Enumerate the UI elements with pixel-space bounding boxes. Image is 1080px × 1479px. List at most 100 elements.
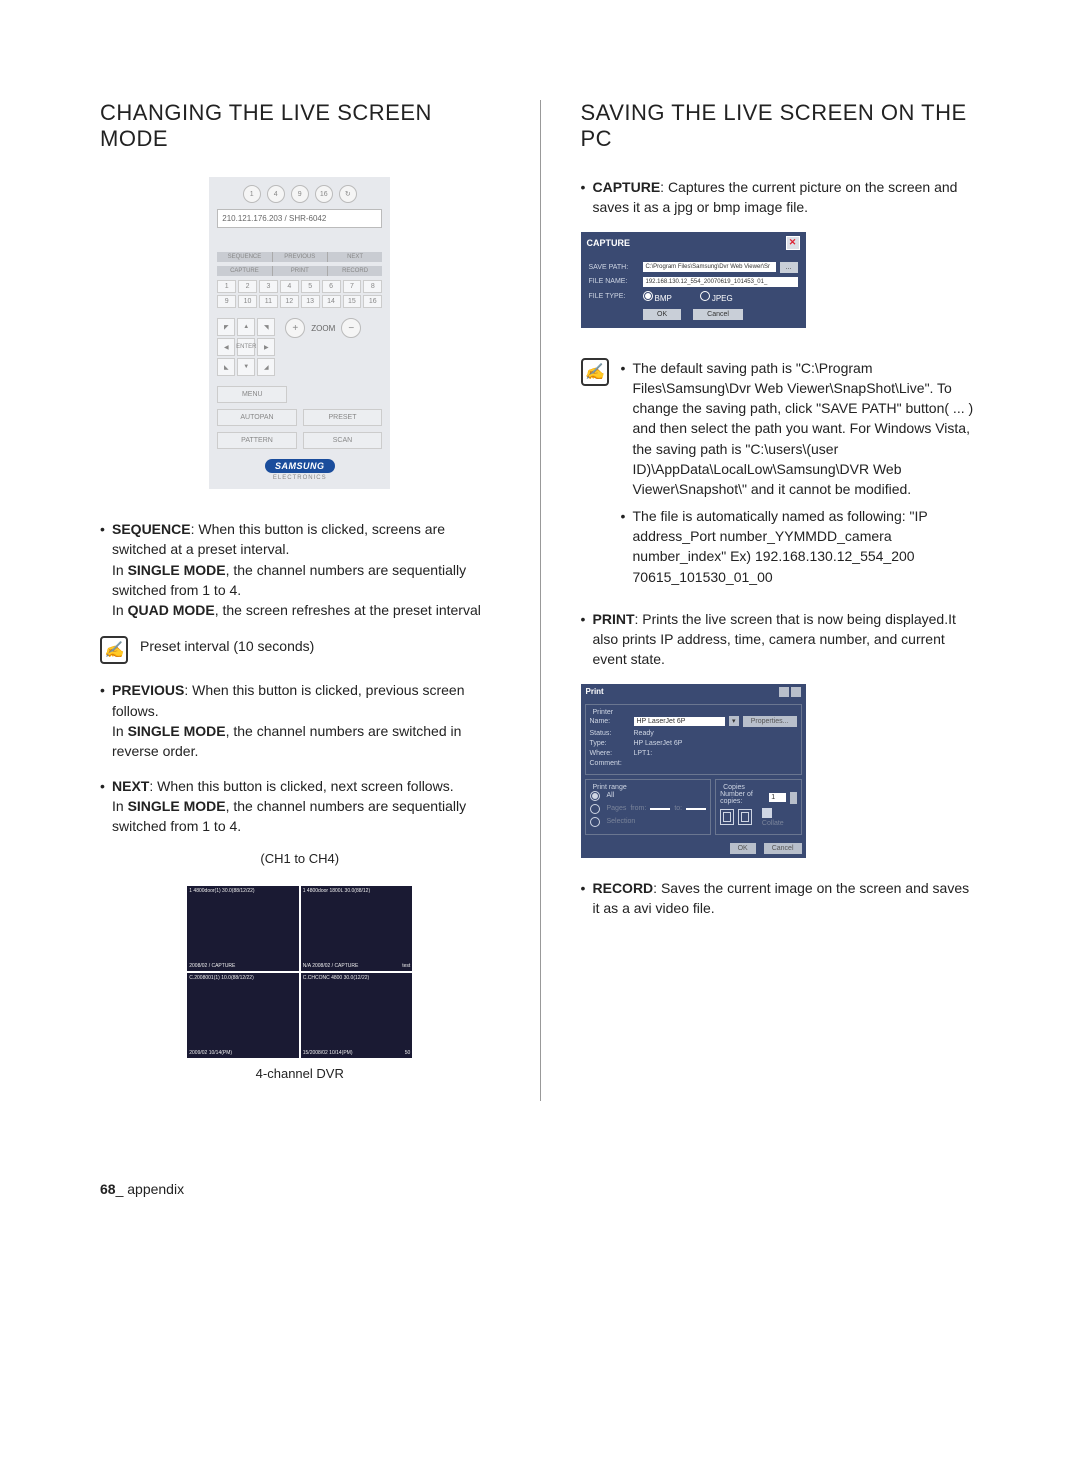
chevron-down-icon[interactable]: ▾ xyxy=(729,716,739,726)
ptz-down-button[interactable]: ▼ xyxy=(237,358,255,376)
close-icon[interactable] xyxy=(791,687,801,697)
channel-button[interactable]: 12 xyxy=(280,295,299,308)
ptz-enter-button[interactable]: ENTER xyxy=(237,338,255,356)
channel-button[interactable]: 5 xyxy=(301,280,320,293)
ok-button[interactable]: OK xyxy=(643,309,681,320)
bullet-capture: CAPTURE: Captures the current picture on… xyxy=(581,177,981,218)
ptz-up-button[interactable]: ▲ xyxy=(237,318,255,336)
channel-button[interactable]: 8 xyxy=(363,280,382,293)
print-dialog-title: Print xyxy=(586,687,604,696)
ptz-tr-button[interactable]: ◥ xyxy=(257,318,275,336)
print-button[interactable]: PRINT xyxy=(273,266,328,276)
quad-cell: 1 4800door(1) 30.0(88/12/22)2008/02 / CA… xyxy=(187,886,299,971)
channel-button[interactable]: 11 xyxy=(259,295,278,308)
bmp-radio[interactable]: BMP xyxy=(643,291,672,303)
capture-dialog: CAPTURE ✕ SAVE PATH: C:\Program Files\Sa… xyxy=(581,232,806,328)
channel-button[interactable]: 3 xyxy=(259,280,278,293)
jpeg-radio[interactable]: JPEG xyxy=(700,291,733,303)
channel-button[interactable]: 13 xyxy=(301,295,320,308)
collate-checkbox[interactable]: Collate xyxy=(762,808,797,827)
ptz-right-button[interactable]: ▶ xyxy=(257,338,275,356)
address-field: 210.121.176.203 / SHR-6042 xyxy=(217,209,382,228)
range-pages-radio[interactable]: Pages from: to: xyxy=(590,804,707,814)
where-value: LPT1: xyxy=(634,750,653,757)
close-icon[interactable]: ✕ xyxy=(786,236,800,250)
cancel-button[interactable]: Cancel xyxy=(693,309,743,320)
collate-icon xyxy=(720,809,734,825)
zoom-label: ZOOM xyxy=(311,324,335,333)
page-number: 68 xyxy=(100,1181,116,1197)
note-default-path: The default saving path is "C:\Program F… xyxy=(621,358,981,500)
channel-button[interactable]: 7 xyxy=(343,280,362,293)
right-heading: SAVING THE LIVE SCREEN ON THE PC xyxy=(581,100,981,152)
ptz-br-button[interactable]: ◢ xyxy=(257,358,275,376)
printer-legend: Printer xyxy=(590,709,617,716)
bullet-previous: PREVIOUS: When this button is clicked, p… xyxy=(100,680,500,761)
zoom-out-button[interactable]: − xyxy=(341,318,361,338)
comment-label: Comment: xyxy=(590,760,630,767)
layout-4-button[interactable]: 4 xyxy=(267,185,285,203)
layout-9-button[interactable]: 9 xyxy=(291,185,309,203)
pattern-button[interactable]: PATTERN xyxy=(217,432,297,449)
range-selection-radio[interactable]: Selection xyxy=(590,817,707,827)
menu-button[interactable]: MENU xyxy=(217,386,287,403)
note-preset-interval: Preset interval (10 seconds) xyxy=(140,636,314,664)
status-label: Status: xyxy=(590,730,630,737)
next-button[interactable]: NEXT xyxy=(328,252,382,262)
capture-button[interactable]: CAPTURE xyxy=(217,266,272,276)
record-button[interactable]: RECORD xyxy=(328,266,382,276)
printer-name-select[interactable]: HP LaserJet 6P xyxy=(634,717,725,726)
where-label: Where: xyxy=(590,750,630,757)
bullet-record: RECORD: Saves the current image on the s… xyxy=(581,878,981,919)
quad-cell: C.2008001(1) 10.0(88/12/22)2009/02 10/14… xyxy=(187,973,299,1058)
layout-16-button[interactable]: 16 xyxy=(315,185,333,203)
layout-1-button[interactable]: 1 xyxy=(243,185,261,203)
zoom-in-button[interactable]: + xyxy=(285,318,305,338)
ptz-tl-button[interactable]: ◤ xyxy=(217,318,235,336)
note-icon: ✍ xyxy=(100,636,128,664)
channel-button[interactable]: 6 xyxy=(322,280,341,293)
control-panel: 1 4 9 16 ↻ 210.121.176.203 / SHR-6042 SE… xyxy=(209,177,390,489)
sequence-button[interactable]: SEQUENCE xyxy=(217,252,272,262)
ptz-left-button[interactable]: ◀ xyxy=(217,338,235,356)
channel-grid: 1 2 3 4 5 6 7 8 9 10 11 12 13 14 15 16 xyxy=(217,280,382,308)
copies-stepper[interactable] xyxy=(790,792,797,804)
channel-button[interactable]: 10 xyxy=(238,295,257,308)
browse-button[interactable]: ... xyxy=(780,262,798,273)
save-path-field[interactable]: C:\Program Files\Samsung\Dvr Web Viewer\… xyxy=(643,262,776,272)
channel-button[interactable]: 9 xyxy=(217,295,236,308)
bullet-sequence: SEQUENCE: When this button is clicked, s… xyxy=(100,519,500,620)
channel-button[interactable]: 14 xyxy=(322,295,341,308)
save-path-label: SAVE PATH: xyxy=(589,264,639,271)
range-all-radio[interactable]: All xyxy=(590,791,707,801)
note-icon: ✍ xyxy=(581,358,609,386)
channel-button[interactable]: 1 xyxy=(217,280,236,293)
type-value: HP LaserJet 6P xyxy=(634,740,683,747)
autopan-button[interactable]: AUTOPAN xyxy=(217,409,297,426)
cycle-icon[interactable]: ↻ xyxy=(339,185,357,203)
scan-button[interactable]: SCAN xyxy=(303,432,383,449)
type-label: Type: xyxy=(590,740,630,747)
channel-button[interactable]: 16 xyxy=(363,295,382,308)
range-legend: Print range xyxy=(590,784,630,791)
copies-field[interactable]: 1 xyxy=(769,793,785,802)
bullet-next: NEXT: When this button is clicked, next … xyxy=(100,776,500,837)
column-divider xyxy=(540,100,541,1101)
channel-button[interactable]: 15 xyxy=(343,295,362,308)
file-name-field[interactable]: 192.168.130.12_554_20070619_101453_01_ xyxy=(643,277,798,287)
properties-button[interactable]: Properties... xyxy=(743,716,797,727)
help-icon[interactable] xyxy=(779,687,789,697)
ptz-bl-button[interactable]: ◣ xyxy=(217,358,235,376)
channel-button[interactable]: 4 xyxy=(280,280,299,293)
quad-cell: 1 4800door 1800L 30.0(88/12)N/A 2008/02 … xyxy=(301,886,413,971)
previous-button[interactable]: PREVIOUS xyxy=(273,252,328,262)
left-heading: CHANGING THE LIVE SCREEN MODE xyxy=(100,100,500,152)
print-dialog: Print Printer Name: HP LaserJet 6P ▾ Pro… xyxy=(581,684,806,858)
ptz-pad: ◤ ▲ ◥ ◀ ENTER ▶ ◣ ▼ ◢ xyxy=(217,318,275,376)
ok-button[interactable]: OK xyxy=(730,843,756,854)
cancel-button[interactable]: Cancel xyxy=(764,843,802,854)
preset-button[interactable]: PRESET xyxy=(303,409,383,426)
quad-preview: 1 4800door(1) 30.0(88/12/22)2008/02 / CA… xyxy=(187,886,412,1058)
capture-dialog-title: CAPTURE xyxy=(587,238,631,248)
channel-button[interactable]: 2 xyxy=(238,280,257,293)
